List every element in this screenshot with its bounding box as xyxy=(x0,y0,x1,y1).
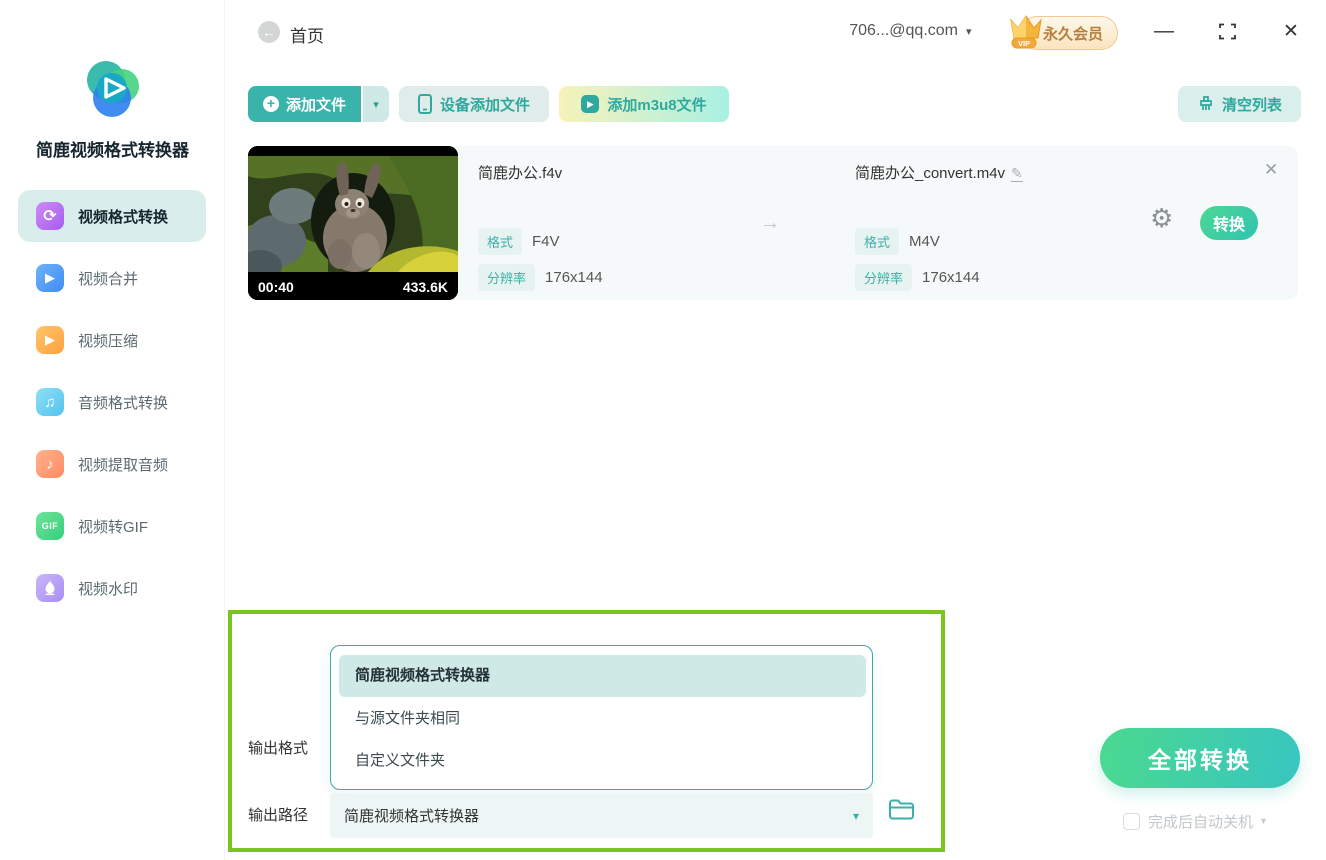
plus-icon: + xyxy=(262,96,279,112)
sidebar-item-label: 视频提取音频 xyxy=(78,456,169,474)
gif-icon: GIF xyxy=(36,512,64,540)
maximize-button[interactable] xyxy=(1219,23,1236,45)
auto-shutdown-row: 完成后自动关机 ▾ xyxy=(1123,811,1266,832)
auto-shutdown-label: 完成后自动关机 xyxy=(1148,814,1254,831)
sidebar-item-label: 视频格式转换 xyxy=(78,208,169,226)
edit-icon[interactable]: ✎ xyxy=(1011,165,1023,182)
broom-icon xyxy=(1200,96,1212,110)
sidebar-item-label: 视频转GIF xyxy=(78,518,148,536)
minimize-button[interactable]: — xyxy=(1154,20,1174,43)
app-logo xyxy=(87,61,139,117)
minimize-icon: — xyxy=(1154,20,1174,42)
item-settings-gear-icon[interactable]: ⚙ xyxy=(1150,205,1173,231)
source-filename: 简鹿办公.f4v xyxy=(478,165,563,182)
back-button[interactable]: ← xyxy=(258,21,280,43)
sidebar-item-label: 视频合并 xyxy=(78,270,139,288)
dropdown-option-custom-folder[interactable]: 自定义文件夹 xyxy=(339,740,866,782)
sidebar-item-audio-convert[interactable]: ♫ 音频格式转换 xyxy=(18,376,206,428)
convert-all-label: 全部转换 xyxy=(1148,747,1252,773)
convert-item-button[interactable]: 转换 xyxy=(1200,206,1258,240)
sidebar-item-video-convert[interactable]: ⟳ 视频格式转换 xyxy=(18,190,206,242)
account-caret-icon[interactable]: ▾ xyxy=(966,25,972,38)
device-add-file-button[interactable]: 设备添加文件 xyxy=(399,86,549,122)
video-compress-icon: ▶ xyxy=(36,326,64,354)
chevron-down-icon[interactable]: ▾ xyxy=(1261,816,1266,827)
output-format-value: M4V xyxy=(909,233,940,250)
clear-list-button[interactable]: 清空列表 xyxy=(1178,86,1301,122)
sidebar-item-label: 视频压缩 xyxy=(78,332,139,350)
file-list-item: 00:40 433.6K 简鹿办公.f4v 格式 F4V 分辨率 176x144… xyxy=(248,146,1298,300)
watermark-icon xyxy=(36,574,64,602)
video-preview-image xyxy=(248,146,458,300)
resolution-tag: 分辨率 xyxy=(478,264,536,291)
video-duration: 00:40 xyxy=(258,279,294,295)
add-file-label: 添加文件 xyxy=(285,96,346,114)
format-tag: 格式 xyxy=(478,228,523,255)
video-filesize: 433.6K xyxy=(402,279,448,295)
output-path-dropdown-panel: 简鹿视频格式转换器 与源文件夹相同 自定义文件夹 xyxy=(330,645,873,790)
close-icon: ✕ xyxy=(1283,21,1299,42)
video-file-icon: ▶ xyxy=(581,95,600,113)
add-file-button[interactable]: + 添加文件 xyxy=(248,86,361,122)
resolution-tag: 分辨率 xyxy=(855,264,913,291)
sidebar-item-video-to-gif[interactable]: GIF 视频转GIF xyxy=(18,500,206,552)
format-tag: 格式 xyxy=(855,228,900,255)
add-file-dropdown-button[interactable]: ▾ xyxy=(363,86,389,122)
phone-icon xyxy=(417,94,432,114)
audio-convert-icon: ♫ xyxy=(36,388,64,416)
sidebar-item-audio-extract[interactable]: ♪ 视频提取音频 xyxy=(18,438,206,490)
sidebar: 简鹿视频格式转换器 ⟳ 视频格式转换 ▶ 视频合并 ▶ 视频压缩 ♫ 音频格式转… xyxy=(0,0,225,860)
folder-icon xyxy=(889,799,914,820)
output-path-label: 输出路径 xyxy=(248,807,309,824)
remove-item-icon[interactable]: ✕ xyxy=(1264,160,1278,180)
source-resolution-value: 176x144 xyxy=(545,269,603,286)
crown-icon: VIP xyxy=(1010,15,1042,49)
output-filename: 简鹿办公_convert.m4v ✎ xyxy=(855,162,1023,183)
svg-text:VIP: VIP xyxy=(1018,39,1030,48)
output-filename-text: 简鹿办公_convert.m4v xyxy=(855,165,1006,182)
sidebar-item-video-merge[interactable]: ▶ 视频合并 xyxy=(18,252,206,304)
sidebar-item-watermark[interactable]: 视频水印 xyxy=(18,562,206,614)
output-path-value: 简鹿视频格式转换器 xyxy=(344,808,480,825)
vip-badge[interactable]: VIP 永久会员 xyxy=(1010,15,1118,50)
app-title: 简鹿视频格式转换器 xyxy=(36,141,189,160)
output-resolution-value: 176x144 xyxy=(922,269,980,286)
convert-label: 转换 xyxy=(1212,217,1245,234)
add-m3u8-button[interactable]: ▶ 添加m3u8文件 xyxy=(559,86,729,122)
maximize-icon xyxy=(1219,23,1236,40)
chevron-down-icon: ▾ xyxy=(373,98,379,111)
back-icon: ← xyxy=(262,24,276,40)
home-label: 首页 xyxy=(290,27,324,46)
video-merge-icon: ▶ xyxy=(36,264,64,292)
add-m3u8-label: 添加m3u8文件 xyxy=(607,96,707,114)
device-add-label: 设备添加文件 xyxy=(439,96,530,114)
video-thumbnail[interactable]: 00:40 433.6K xyxy=(248,146,458,300)
arrow-right-icon: → xyxy=(760,212,780,234)
close-window-button[interactable]: ✕ xyxy=(1283,20,1299,43)
sidebar-item-label: 音频格式转换 xyxy=(78,394,169,412)
open-folder-button[interactable] xyxy=(888,798,915,826)
source-format-value: F4V xyxy=(532,233,560,250)
dropdown-option-same-as-source[interactable]: 与源文件夹相同 xyxy=(339,698,866,740)
sidebar-item-label: 视频水印 xyxy=(78,580,139,598)
account-email[interactable]: 706...@qq.com xyxy=(828,22,958,40)
output-format-label: 输出格式 xyxy=(248,740,309,757)
audio-extract-icon: ♪ xyxy=(36,450,64,478)
video-convert-icon: ⟳ xyxy=(36,202,64,230)
vip-label: 永久会员 xyxy=(1042,25,1103,43)
sidebar-item-video-compress[interactable]: ▶ 视频压缩 xyxy=(18,314,206,366)
convert-all-button[interactable]: 全部转换 xyxy=(1100,728,1300,788)
dropdown-option-default[interactable]: 简鹿视频格式转换器 xyxy=(339,655,866,697)
chevron-down-icon: ▾ xyxy=(852,808,859,823)
output-path-select[interactable]: 简鹿视频格式转换器 ▾ xyxy=(330,793,873,838)
auto-shutdown-checkbox[interactable] xyxy=(1123,813,1140,830)
clear-list-label: 清空列表 xyxy=(1221,96,1282,114)
